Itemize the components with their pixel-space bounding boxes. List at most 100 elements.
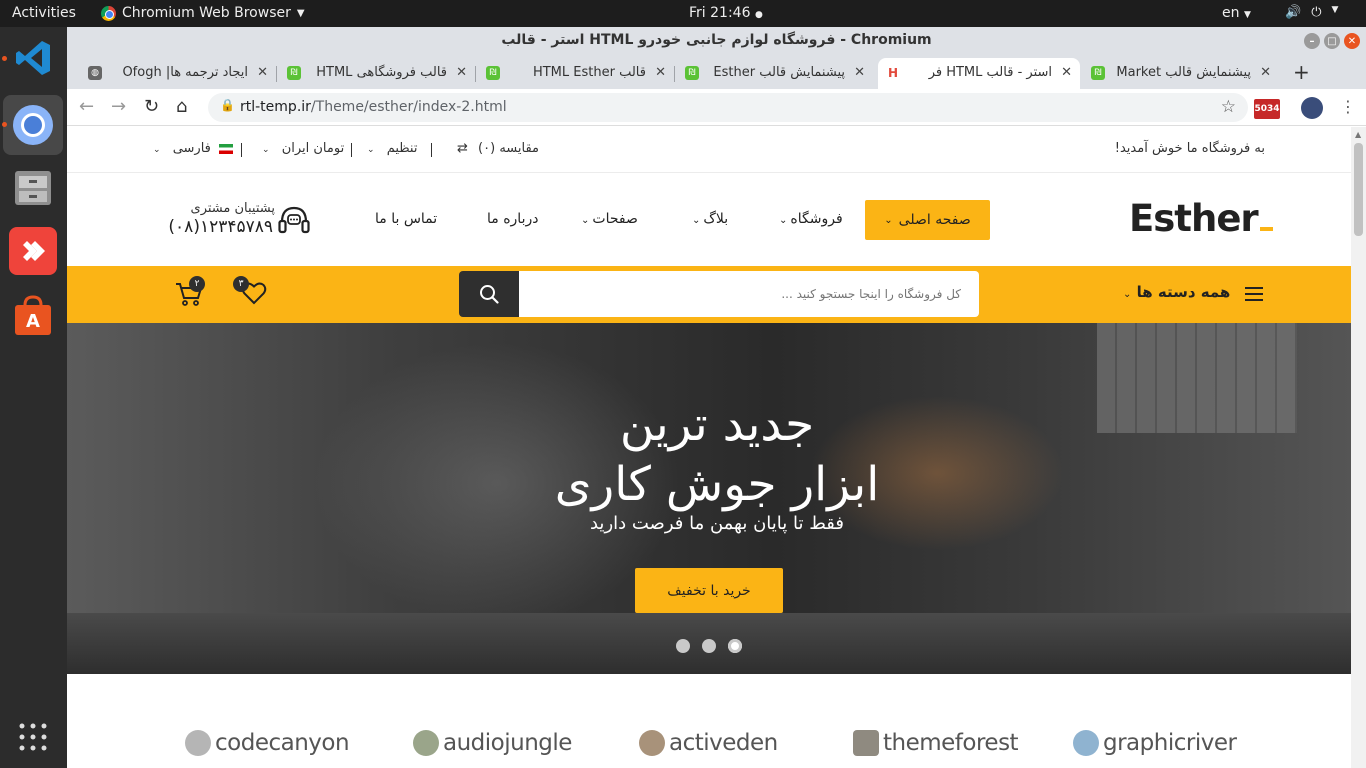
hamburger-menu-icon[interactable]: [1245, 287, 1263, 301]
extension-button[interactable]: 5034: [1254, 99, 1280, 119]
clock[interactable]: Fri 21:46 ●: [689, 5, 763, 21]
logo-underscore: [1259, 227, 1273, 231]
globe-icon: ◍: [88, 66, 102, 80]
tab[interactable]: ₪ قالب فروشگاهی HTML ✕: [279, 58, 475, 89]
close-icon[interactable]: ✕: [655, 65, 666, 80]
tab-label: پیشنمایش قالب Esther: [713, 65, 845, 80]
headset-icon: [278, 206, 310, 234]
minimize-button[interactable]: –: [1304, 33, 1320, 49]
close-icon[interactable]: ✕: [854, 65, 865, 80]
rtl-temp-favicon-icon: ₪: [685, 66, 699, 80]
brand-name: audiojungle: [443, 730, 572, 756]
vscode-launcher[interactable]: [9, 34, 57, 82]
settings-dropdown[interactable]: تنظیم ⌄: [367, 141, 417, 156]
brand-logo[interactable]: audiojungle: [413, 730, 572, 756]
brand-logo[interactable]: activeden: [639, 730, 778, 756]
wishlist-button[interactable]: ۳: [233, 276, 267, 306]
back-arrow-icon[interactable]: ←: [79, 96, 94, 117]
brand-name: themeforest: [883, 730, 1019, 756]
slider-dot[interactable]: [676, 639, 690, 653]
close-window-button[interactable]: ✕: [1344, 33, 1360, 49]
file-cabinet-icon: [15, 171, 51, 205]
new-tab-button[interactable]: +: [1293, 60, 1310, 84]
system-menu[interactable]: 🔊 ⏻ ▼: [1285, 5, 1338, 20]
hero-title: جدید ترین ابزار جوش کاری: [467, 395, 967, 515]
chevron-down-icon: ⌄: [262, 145, 270, 155]
svg-text:A: A: [26, 311, 40, 332]
tab[interactable]: ₪ پیشنمایش قالب Market ✕: [1083, 58, 1279, 89]
language-dropdown[interactable]: فارسی ⌄: [153, 141, 234, 156]
volume-icon: 🔊: [1285, 5, 1302, 20]
page-scrollbar[interactable]: ▲: [1351, 127, 1366, 768]
codecanyon-icon: [185, 730, 211, 756]
tab-active[interactable]: H استر - قالب HTML فر ✕: [878, 58, 1080, 89]
nav-pages[interactable]: صفحات⌄: [581, 211, 638, 227]
nav-blog[interactable]: بلاگ⌄: [692, 211, 728, 227]
tab-label: پیشنمایش قالب Market: [1116, 65, 1251, 80]
maximize-button[interactable]: □: [1324, 33, 1340, 49]
iran-flag-icon: [219, 143, 234, 154]
slider-dot-active[interactable]: [728, 639, 742, 653]
nav-home-button[interactable]: صفحه اصلی ⌄: [865, 200, 990, 240]
tab[interactable]: ₪ قالب HTML Esther ✕: [478, 58, 674, 89]
site-logo[interactable]: Esther: [1129, 197, 1273, 240]
graphicriver-icon: [1073, 730, 1099, 756]
nav-contact[interactable]: تماس با ما: [375, 211, 437, 227]
tab[interactable]: ₪ پیشنمایش قالب Esther ✕: [677, 58, 873, 89]
currency-dropdown[interactable]: تومان ایران ⌄: [262, 141, 344, 156]
software-store-launcher[interactable]: A: [9, 291, 57, 339]
logo-text: Esther: [1129, 197, 1259, 240]
forward-arrow-icon[interactable]: →: [111, 96, 126, 117]
tab-strip: ◍ ایجاد ترجمه ها| Ofogh ✕ ₪ قالب فروشگاه…: [67, 55, 1366, 89]
close-icon[interactable]: ✕: [1260, 65, 1271, 80]
close-icon[interactable]: ✕: [257, 65, 268, 80]
tab-divider: [276, 66, 277, 82]
tab-label: قالب HTML Esther: [532, 65, 646, 80]
system-top-bar: Activities Chromium Web Browser ▼ Fri 21…: [0, 0, 1366, 27]
keyboard-layout[interactable]: en ▼: [1222, 5, 1251, 21]
site-header: Esther صفحه اصلی ⌄ فروشگاه⌄ بلاگ⌄ صفحات⌄…: [67, 174, 1351, 266]
divider: [351, 143, 352, 157]
chromium-launcher[interactable]: [3, 95, 63, 155]
brand-logo[interactable]: codecanyon: [185, 730, 350, 756]
hero-cta-button[interactable]: خرید با تخفیف: [635, 568, 783, 613]
tab-divider: [674, 66, 675, 82]
search-input[interactable]: [519, 271, 979, 317]
power-icon: ⏻: [1311, 5, 1322, 20]
tab-divider: [475, 66, 476, 82]
window-titlebar[interactable]: استر - قالب HTML فروشگاه لوازم جانبی خود…: [67, 27, 1366, 55]
home-icon[interactable]: ⌂: [176, 96, 187, 117]
brand-logo[interactable]: themeforest: [853, 730, 1019, 756]
anydesk-launcher[interactable]: [9, 227, 57, 275]
profile-avatar[interactable]: [1301, 97, 1323, 119]
tab[interactable]: ◍ ایجاد ترجمه ها| Ofogh ✕: [80, 58, 276, 89]
kebab-menu-icon[interactable]: ⋮: [1340, 97, 1356, 116]
all-categories-dropdown[interactable]: همه دسته ها ⌄: [1123, 283, 1230, 301]
cart-button[interactable]: ۲: [175, 276, 205, 308]
address-bar[interactable]: 🔒 rtl-temp.ir/Theme/esther/index-2.html …: [208, 93, 1248, 122]
nav-shop-label: فروشگاه: [790, 211, 843, 227]
show-applications-button[interactable]: [9, 713, 57, 761]
search-button[interactable]: [459, 271, 519, 317]
compare-link[interactable]: مقایسه (۰) ⇄: [457, 141, 539, 156]
close-icon[interactable]: ✕: [1061, 65, 1072, 80]
scrollbar-thumb[interactable]: [1354, 143, 1363, 236]
brand-logo[interactable]: graphicriver: [1073, 730, 1237, 756]
scroll-up-arrow-icon[interactable]: ▲: [1355, 130, 1361, 139]
nav-about[interactable]: درباره ما: [487, 211, 538, 227]
reload-icon[interactable]: ↻: [144, 96, 159, 117]
slider-dot[interactable]: [702, 639, 716, 653]
close-icon[interactable]: ✕: [456, 65, 467, 80]
hero-subtitle: فقط تا پایان بهمن ما فرصت دارید: [589, 513, 845, 534]
app-grid-icon: [19, 723, 47, 751]
nav-shop[interactable]: فروشگاه⌄: [779, 211, 843, 227]
activities-button[interactable]: Activities: [12, 5, 76, 21]
bookmark-star-icon[interactable]: ☆: [1221, 97, 1236, 117]
cart-count-badge: ۲: [189, 276, 205, 292]
files-launcher[interactable]: [9, 164, 57, 212]
app-menu[interactable]: Chromium Web Browser ▼: [101, 5, 305, 21]
divider: [241, 143, 242, 157]
url-text: rtl-temp.ir/Theme/esther/index-2.html: [240, 99, 507, 115]
hero-background-window: [1097, 323, 1297, 433]
page-viewport: به فروشگاه ما خوش آمدید! مقایسه (۰) ⇄ تن…: [67, 127, 1351, 768]
